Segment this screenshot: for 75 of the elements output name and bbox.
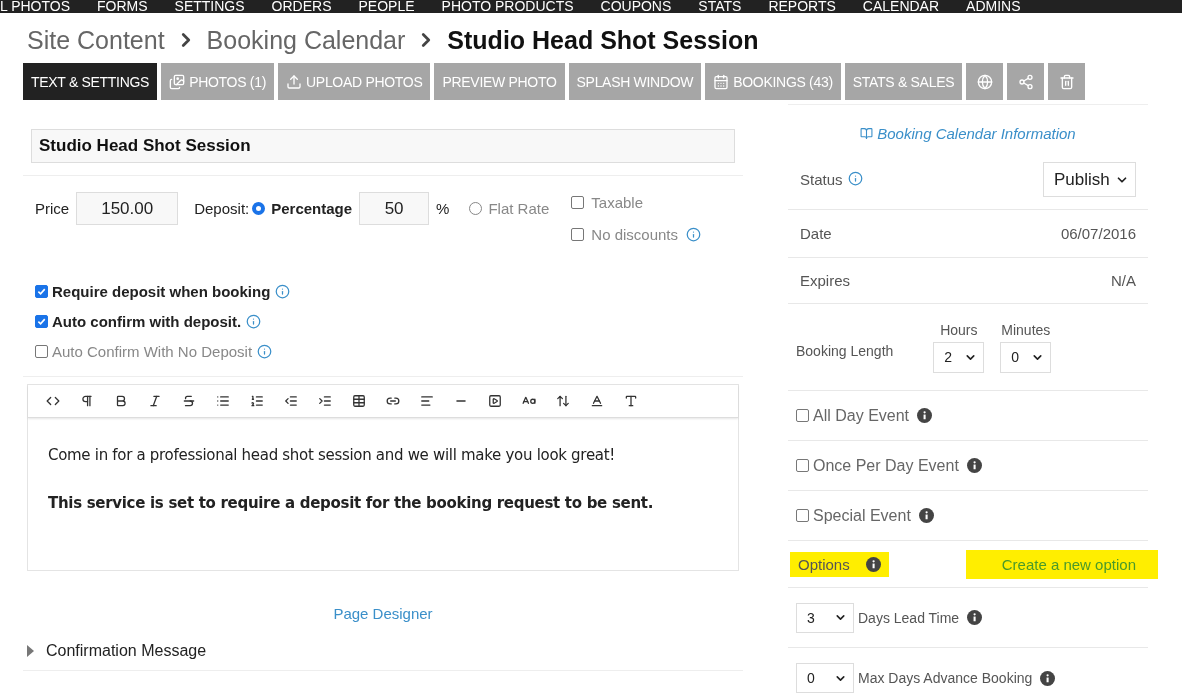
trash-icon — [1058, 73, 1075, 90]
radio-label: Percentage — [271, 200, 353, 217]
date-label: Date — [800, 225, 832, 242]
tab[interactable]: TEXT & SETTINGS — [23, 63, 158, 100]
info-icon[interactable] — [1040, 670, 1056, 686]
hours-select[interactable]: 2 — [933, 341, 985, 373]
info-icon[interactable] — [967, 610, 983, 625]
status-select[interactable]: Publish — [1043, 162, 1136, 197]
hours-label: Hours — [940, 321, 978, 338]
minutes-select[interactable]: 0 — [1000, 341, 1052, 373]
nav-link[interactable]: ADMINS — [966, 0, 1021, 13]
editor-paragraph: Come in for a professional head shot session and we will make you look great! — [48, 446, 616, 464]
checkbox-label: Require deposit when booking — [52, 282, 271, 300]
page-designer-link[interactable]: Page Designer — [333, 605, 433, 622]
status-label: Status — [800, 171, 843, 188]
checkbox[interactable] — [796, 459, 809, 472]
nav-link[interactable]: PEOPLE — [358, 0, 415, 13]
info-link[interactable]: Booking Calendar Information — [788, 105, 1148, 150]
expires-label: Expires — [800, 272, 851, 289]
info-icon[interactable] — [917, 408, 933, 423]
tab-icon — [286, 73, 303, 90]
share-icon — [1017, 73, 1034, 90]
checkbox-label: All Day Event — [813, 406, 910, 425]
lead-time-select[interactable]: 3 — [796, 602, 854, 633]
date-value: 06/07/2016 — [1060, 225, 1136, 242]
max-advance-label: Max Days Advance Booking — [858, 670, 1033, 686]
tab-icon — [713, 73, 730, 90]
nav-link[interactable]: CALENDAR — [862, 0, 940, 13]
expires-value: N/A — [1111, 272, 1136, 289]
nav-link[interactable]: FORMS — [97, 0, 148, 13]
percent-label: % — [436, 200, 450, 217]
lead-time-label: Days Lead Time — [858, 609, 960, 626]
checkbox-label: Auto confirm with deposit. — [52, 312, 242, 330]
booking-length-label: Booking Length — [796, 343, 894, 359]
nav-link[interactable]: REPORTS — [768, 0, 836, 13]
globe-icon — [976, 73, 993, 90]
checkbox[interactable] — [571, 195, 585, 209]
checkbox-label: No discounts — [591, 225, 678, 243]
checkbox[interactable] — [571, 227, 585, 241]
minutes-label: Minutes — [1001, 321, 1051, 338]
editor-paragraph: This service is set to require a deposit for the booking request to be sent. — [48, 494, 655, 512]
breadcrumb-link[interactable]: Booking Calendar — [206, 25, 406, 55]
checkbox-label: Special Event — [813, 506, 911, 525]
nav-link[interactable]: L PHOTOS — [0, 0, 71, 13]
radio-label: Flat Rate — [488, 200, 550, 217]
checkbox[interactable] — [796, 409, 809, 422]
checkbox[interactable] — [35, 314, 48, 328]
info-icon[interactable] — [865, 556, 881, 572]
confirmation-message-toggle[interactable]: Confirmation Message — [23, 632, 743, 671]
checkbox-label: Once Per Day Event — [813, 456, 959, 475]
deposit-input[interactable]: 50 — [359, 192, 430, 225]
radio-button[interactable] — [469, 202, 483, 215]
info-icon[interactable] — [966, 458, 982, 473]
price-label: Price — [35, 200, 70, 217]
nav-link[interactable]: COUPONS — [600, 0, 672, 13]
info-icon[interactable] — [918, 508, 934, 523]
radio-button[interactable] — [252, 202, 266, 215]
nav-link[interactable]: STATS — [698, 0, 742, 13]
nav-link[interactable]: ORDERS — [271, 0, 332, 13]
checkbox[interactable] — [35, 344, 48, 358]
tab-icon — [169, 73, 186, 90]
title-input[interactable]: Studio Head Shot Session — [31, 129, 735, 163]
page-title: Studio Head Shot Session — [447, 25, 759, 55]
deposit-label: Deposit: — [194, 200, 250, 217]
checkbox[interactable] — [35, 284, 48, 298]
checkbox-label: Taxable — [591, 193, 643, 211]
book-icon — [860, 127, 874, 140]
checkbox-label: Auto Confirm With No Deposit — [52, 342, 253, 360]
nav-link[interactable]: PHOTO PRODUCTS — [441, 0, 574, 13]
breadcrumb-link[interactable]: Site Content — [27, 25, 165, 55]
nav-link[interactable]: SETTINGS — [174, 0, 245, 13]
price-input[interactable]: 150.00 — [76, 192, 179, 225]
options-label: Options — [798, 555, 850, 573]
checkbox[interactable] — [796, 509, 809, 522]
max-advance-select[interactable]: 0 — [796, 663, 854, 693]
